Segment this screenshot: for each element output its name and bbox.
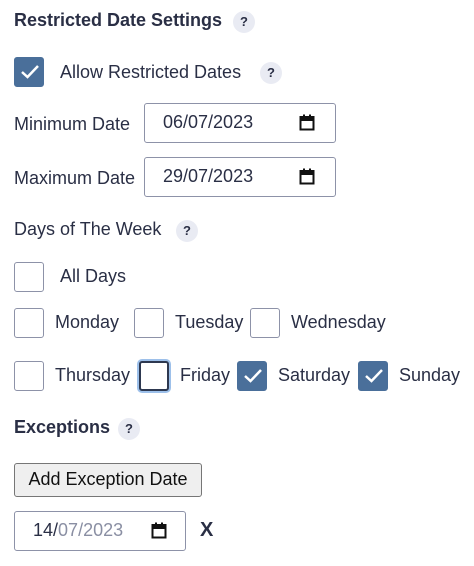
exception-date-year: 2023 xyxy=(83,520,124,540)
help-icon[interactable]: ? xyxy=(233,11,255,33)
add-exception-date-button[interactable]: Add Exception Date xyxy=(14,463,202,497)
checkmark-icon xyxy=(244,369,262,383)
checkmark-icon xyxy=(21,65,39,79)
exception-date-input[interactable]: 14/07/2023 xyxy=(14,511,186,551)
help-icon[interactable]: ? xyxy=(176,220,198,242)
calendar-icon[interactable] xyxy=(151,522,167,539)
wednesday-label: Wednesday xyxy=(291,312,386,332)
calendar-icon[interactable] xyxy=(299,168,315,185)
help-icon[interactable]: ? xyxy=(118,418,140,440)
wednesday-checkbox[interactable] xyxy=(250,308,280,338)
monday-label: Monday xyxy=(55,312,120,332)
maximum-date-label: Maximum Date xyxy=(14,168,136,188)
all-days-label: All Days xyxy=(60,266,127,286)
sunday-label: Sunday xyxy=(399,365,461,385)
allow-restricted-label: Allow Restricted Dates xyxy=(60,62,242,82)
exception-date-day: 14 xyxy=(33,520,54,540)
exceptions-title: Exceptions xyxy=(14,417,111,437)
maximum-date-value: 29/07/2023 xyxy=(163,166,254,186)
days-of-week-title: Days of The Week xyxy=(14,219,162,239)
thursday-label: Thursday xyxy=(55,365,131,385)
help-icon[interactable]: ? xyxy=(260,62,282,84)
friday-checkbox[interactable] xyxy=(139,361,169,391)
friday-label: Friday xyxy=(180,365,231,385)
tuesday-checkbox[interactable] xyxy=(134,308,164,338)
minimum-date-input[interactable]: 06/07/2023 xyxy=(144,103,336,143)
checkmark-icon xyxy=(365,369,383,383)
exception-date-month: 07 xyxy=(58,520,79,540)
minimum-date-label: Minimum Date xyxy=(14,114,131,134)
allow-restricted-checkbox[interactable] xyxy=(14,57,44,87)
remove-exception-button[interactable]: X xyxy=(200,519,213,542)
calendar-icon[interactable] xyxy=(299,114,315,131)
minimum-date-value: 06/07/2023 xyxy=(163,112,254,132)
thursday-checkbox[interactable] xyxy=(14,361,44,391)
monday-checkbox[interactable] xyxy=(14,308,44,338)
sunday-checkbox[interactable] xyxy=(358,361,388,391)
tuesday-label: Tuesday xyxy=(175,312,244,332)
all-days-checkbox[interactable] xyxy=(14,262,44,292)
maximum-date-input[interactable]: 29/07/2023 xyxy=(144,157,336,197)
exception-date-value: 14/07/2023 xyxy=(33,520,124,540)
saturday-checkbox[interactable] xyxy=(237,361,267,391)
section-title: Restricted Date Settings xyxy=(14,10,223,30)
saturday-label: Saturday xyxy=(278,365,351,385)
